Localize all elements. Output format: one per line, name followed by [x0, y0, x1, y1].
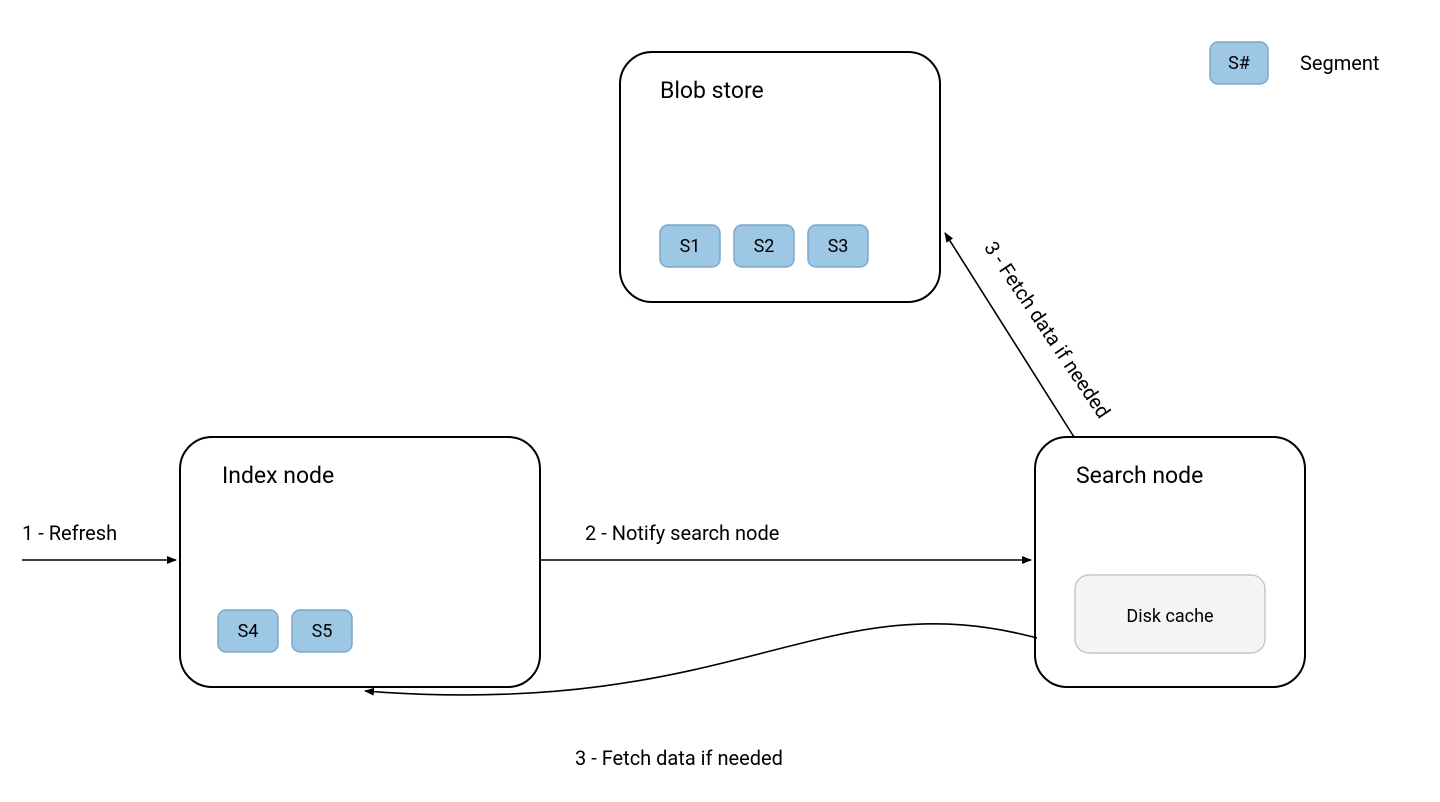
- disk-cache: Disk cache: [1075, 575, 1265, 653]
- svg-text:S5: S5: [312, 621, 333, 642]
- index-node: Index node S4 S5: [180, 437, 540, 687]
- blob-store-title: Blob store: [660, 77, 764, 104]
- arrow-refresh: 1 - Refresh: [22, 521, 176, 560]
- legend-label: Segment: [1300, 51, 1379, 75]
- segment-s3: S3: [808, 225, 868, 267]
- svg-text:Disk cache: Disk cache: [1126, 606, 1213, 627]
- search-node-title: Search node: [1076, 462, 1203, 489]
- svg-text:S4: S4: [238, 621, 259, 642]
- arrow-fetch-index-label: 3 - Fetch data if needed: [575, 746, 783, 770]
- svg-text:S1: S1: [680, 236, 701, 257]
- segment-s4: S4: [218, 610, 278, 652]
- svg-text:S2: S2: [754, 236, 775, 257]
- arrow-notify-label: 2 - Notify search node: [585, 521, 779, 545]
- search-node: Search node Disk cache: [1035, 437, 1305, 687]
- segment-s1: S1: [660, 225, 720, 267]
- blob-store-node: Blob store S1 S2 S3: [620, 52, 940, 302]
- arrow-notify: 2 - Notify search node: [540, 521, 1031, 560]
- legend: S# Segment: [1210, 42, 1379, 84]
- index-node-title: Index node: [222, 462, 334, 489]
- svg-text:S#: S#: [1228, 53, 1250, 74]
- segment-s2: S2: [734, 225, 794, 267]
- legend-swatch: S#: [1210, 42, 1268, 84]
- arrow-refresh-label: 1 - Refresh: [22, 521, 117, 545]
- arrow-fetch-blob: 3 - Fetch data if needed: [945, 233, 1116, 437]
- svg-text:S3: S3: [828, 236, 849, 257]
- segment-s5: S5: [292, 610, 352, 652]
